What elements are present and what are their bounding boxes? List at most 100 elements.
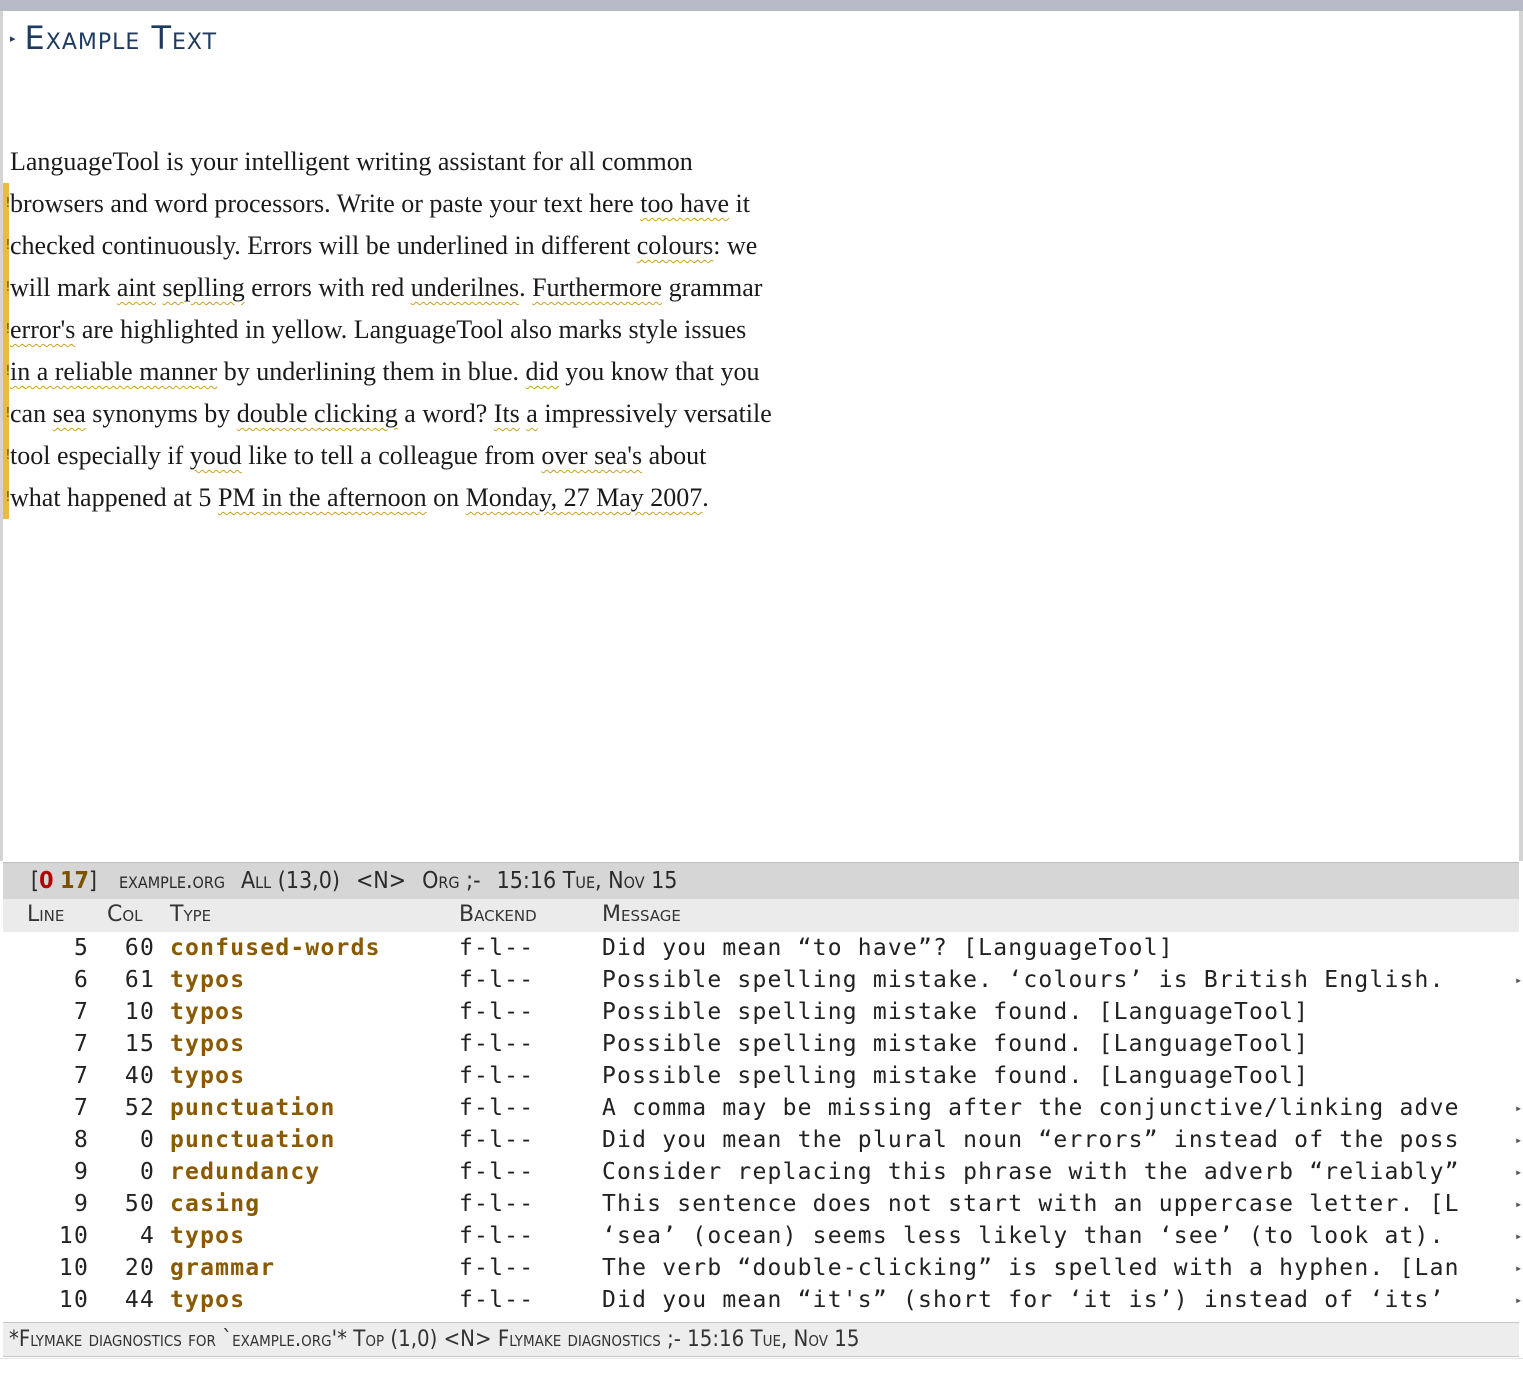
flagged-phrase[interactable]: youd (190, 441, 242, 470)
col-cell: 10 (124, 999, 155, 1025)
diagnostic-row[interactable]: 10 4 typos f-l-- ‘sea’ (ocean) seems less li… (3, 1220, 1522, 1252)
text-line[interactable]: can sea synonyms by double clicking a wo… (10, 393, 890, 435)
warning-count[interactable]: 17 (60, 868, 89, 894)
header-col[interactable]: Col (107, 902, 143, 927)
diagnostic-row[interactable]: 8 0 punctuation f-l-- Did you mean the plura… (3, 1124, 1522, 1156)
diagnostic-row[interactable]: 5 60 confused-words f-l-- Did you mean “to h… (3, 932, 1519, 964)
message-cell: ‘sea’ (ocean) seems less likely than ‘se… (602, 1223, 1445, 1249)
text-line[interactable]: what happened at 5 PM in the afternoon o… (10, 477, 890, 519)
flagged-phrase[interactable]: over sea's (541, 441, 642, 470)
flagged-phrase[interactable]: sea (53, 399, 86, 428)
type-cell[interactable]: typos (170, 996, 245, 1028)
editor-text[interactable]: LanguageTool is your intelligent writing… (10, 141, 890, 519)
line-continuation-icon: ▸ (1515, 1261, 1523, 1275)
flagged-phrase[interactable]: a (526, 399, 538, 428)
diagnostic-row[interactable]: 7 10 typos f-l-- Possible spelling mistake f… (3, 996, 1519, 1028)
fringe-warning-icon[interactable]: ! (4, 239, 12, 253)
message-cell: The verb “double-clicking” is spelled wi… (602, 1255, 1460, 1281)
diagnostic-row[interactable]: 9 0 redundancy f-l-- Consider replacing this… (3, 1156, 1522, 1188)
message-cell: Possible spelling mistake found. [Langua… (602, 1063, 1310, 1089)
buffer-name[interactable]: example.org (119, 868, 225, 894)
diagnostic-row[interactable]: 10 20 grammar f-l-- The verb “double-clickin… (3, 1252, 1522, 1284)
text-segment: : we (713, 231, 758, 260)
text-line[interactable]: checked continuously. Errors will be und… (10, 225, 890, 267)
window-top-border (0, 0, 1523, 11)
fringe-warning-icon[interactable]: ! (4, 197, 12, 211)
flagged-phrase[interactable]: Monday, 27 May 2007 (466, 483, 703, 512)
diagnostic-row[interactable]: 7 40 typos f-l-- Possible spelling mistake f… (3, 1060, 1519, 1092)
flagged-phrase[interactable]: too have (640, 189, 729, 218)
type-cell[interactable]: confused-words (170, 932, 381, 964)
diagnostic-row[interactable]: 10 44 typos f-l-- Did you mean “it's” (short… (3, 1284, 1522, 1316)
type-cell[interactable]: redundancy (170, 1156, 320, 1188)
flagged-phrase[interactable]: seplling (162, 273, 244, 302)
flagged-phrase[interactable]: did (526, 357, 559, 386)
flagged-phrase[interactable]: PM in the afternoon (218, 483, 427, 512)
fringe-warning-icon[interactable]: ! (4, 491, 12, 505)
text-line[interactable]: tool especially if youd like to tell a c… (10, 435, 890, 477)
text-line[interactable]: browsers and word processors. Write or p… (10, 183, 890, 225)
flagged-phrase[interactable]: colours (637, 231, 714, 260)
diagnostic-row[interactable]: 7 52 punctuation f-l-- A comma may be missin… (3, 1092, 1522, 1124)
type-cell[interactable]: casing (170, 1188, 260, 1220)
line-cell: 7 (73, 1095, 89, 1121)
text-line[interactable]: error's are highlighted in yellow. Langu… (10, 309, 890, 351)
line-cell: 10 (58, 1223, 89, 1249)
diagnostic-row[interactable]: 6 61 typos f-l-- Possible spelling mistake. … (3, 964, 1522, 996)
flagged-phrase[interactable]: Furthermore (532, 273, 662, 302)
type-cell[interactable]: typos (170, 1060, 245, 1092)
text-segment: browsers and word processors. Write or p… (10, 189, 641, 218)
flymake-counter[interactable]: [0 17] (31, 868, 97, 894)
line-continuation-icon: ▸ (1515, 1133, 1523, 1147)
diagnostics-mode-line: *Flymake diagnostics for `example.org'* … (3, 1322, 1519, 1357)
message-cell: Consider replacing this phrase with the … (602, 1159, 1460, 1185)
col-cell: 50 (124, 1191, 155, 1217)
backend-cell: f-l-- (459, 967, 535, 993)
header-type[interactable]: Type (170, 902, 211, 927)
line-continuation-icon: ▸ (1515, 1165, 1523, 1179)
text-line[interactable]: LanguageTool is your intelligent writing… (10, 141, 890, 183)
fringe-warning-icon[interactable]: ! (4, 323, 12, 337)
header-line[interactable]: Line (27, 902, 64, 927)
flagged-phrase[interactable]: underilnes (411, 273, 519, 302)
col-cell: 52 (124, 1095, 155, 1121)
flagged-phrase[interactable]: error's (10, 315, 75, 344)
type-cell[interactable]: typos (170, 1284, 245, 1316)
type-cell[interactable]: typos (170, 964, 245, 996)
fringe-warning-icon[interactable]: ! (4, 449, 12, 463)
type-cell[interactable]: punctuation (170, 1124, 336, 1156)
heading-title: Example Text (24, 19, 218, 57)
flagged-phrase[interactable]: Its (494, 399, 520, 428)
col-cell: 0 (139, 1159, 155, 1185)
error-count[interactable]: 0 (39, 868, 53, 894)
type-cell[interactable]: punctuation (170, 1092, 336, 1124)
fringe-warning-icon[interactable]: ! (4, 365, 12, 379)
minibuffer[interactable] (0, 1358, 1523, 1393)
text-line[interactable]: in a reliable manner by underlining them… (10, 351, 890, 393)
fringe-warning-icon[interactable]: ! (4, 281, 12, 295)
diagnostic-row[interactable]: 7 15 typos f-l-- Possible spelling mistake f… (3, 1028, 1519, 1060)
type-cell[interactable]: typos (170, 1220, 245, 1252)
text-line[interactable]: will mark aint seplling errors with red … (10, 267, 890, 309)
heading-bullet-icon[interactable]: ▸ (10, 32, 16, 45)
header-message[interactable]: Message (602, 902, 681, 927)
flagged-phrase[interactable]: in a reliable manner (10, 357, 217, 386)
line-continuation-icon: ▸ (1515, 1229, 1523, 1243)
text-segment: by underlining them in blue. (217, 357, 526, 386)
major-mode[interactable]: Org ;- (422, 868, 480, 894)
text-segment: can (10, 399, 53, 428)
message-cell: Possible spelling mistake. ‘colours’ is … (602, 967, 1445, 993)
flymake-fringe (3, 183, 9, 519)
line-cell: 9 (73, 1159, 89, 1185)
type-cell[interactable]: typos (170, 1028, 245, 1060)
message-cell: Did you mean “it's” (short for ‘it is’) … (602, 1287, 1445, 1313)
fringe-warning-icon[interactable]: ! (4, 407, 12, 421)
buffer-position: All (13,0) (241, 868, 340, 894)
diagnostic-row[interactable]: 9 50 casing f-l-- This sentence does not sta… (3, 1188, 1522, 1220)
org-heading[interactable]: ▸ Example Text (10, 16, 217, 60)
flagged-phrase[interactable]: double clicking (237, 399, 398, 428)
flagged-phrase[interactable]: aint (117, 273, 156, 302)
type-cell[interactable]: grammar (170, 1252, 275, 1284)
window-right-border (1519, 11, 1523, 861)
header-backend[interactable]: Backend (459, 902, 537, 927)
